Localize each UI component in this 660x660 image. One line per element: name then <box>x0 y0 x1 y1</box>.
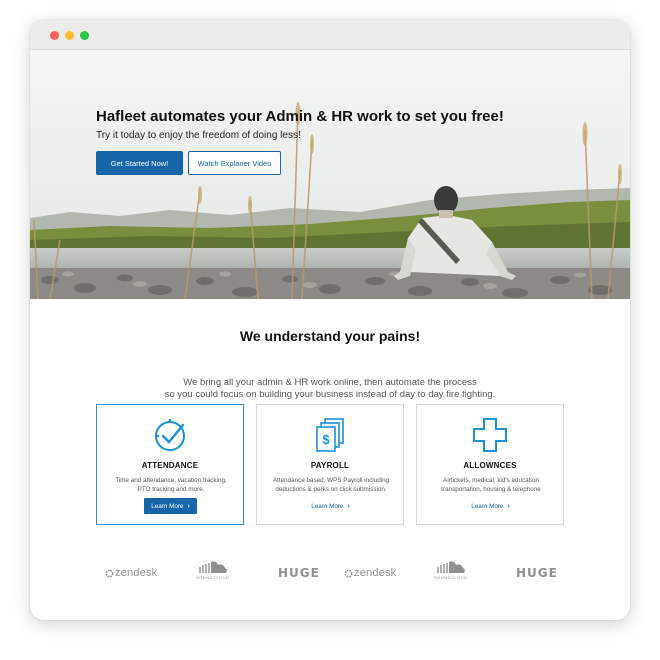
card-description: Airtickets, medical, kid's education tra… <box>425 476 557 494</box>
hero-section: Hafleet automates your Admin & HR work t… <box>30 50 630 299</box>
soundcloud-logo-text: SOUNDCLOUD <box>434 575 468 580</box>
huge-logo: HUGE <box>516 566 558 580</box>
zendesk-gear-icon <box>344 568 353 578</box>
svg-text:$: $ <box>322 432 330 447</box>
card-title: PAYROLL <box>310 461 350 470</box>
soundcloud-logo-text: SOUNDCLOUD <box>196 575 230 580</box>
card-description-line: Time and attendance, vacation tracking, <box>115 477 227 484</box>
chevron-right-icon: › <box>507 502 510 510</box>
soundcloud-cloud-icon <box>199 561 227 573</box>
learn-more-button[interactable]: Learn More › <box>304 498 357 514</box>
soundcloud-logo: SOUNDCLOUD <box>434 560 467 580</box>
card-description-line: Airtickets, medical, kid's education <box>443 477 539 484</box>
medical-cross-icon <box>473 418 507 452</box>
window-titlebar <box>30 20 630 50</box>
soundcloud-cloud-icon <box>437 561 465 573</box>
learn-more-label: Learn More <box>151 502 184 510</box>
zendesk-logo-text: zendesk <box>115 567 158 579</box>
chevron-right-icon: › <box>187 502 190 510</box>
section-description-line: so you could focus on building your busi… <box>164 389 496 400</box>
soundcloud-logo: SOUNDCLOUD <box>196 560 229 580</box>
card-description-line: transportation, housing & telephone <box>441 486 541 493</box>
zendesk-gear-icon <box>105 568 114 578</box>
huge-logo: HUGE <box>278 566 320 580</box>
feature-card-allowances[interactable]: ALLOWNCES Airtickets, medical, kid's edu… <box>416 404 564 525</box>
watch-video-button[interactable]: Watch Explaner Video <box>188 151 281 175</box>
zendesk-logo: zendesk <box>343 563 396 583</box>
hero-title: Hafleet automates your Admin & HR work t… <box>96 108 504 125</box>
learn-more-button[interactable]: Learn More › <box>144 498 197 514</box>
learn-more-button[interactable]: Learn More › <box>464 498 517 514</box>
zendesk-logo: zendesk <box>104 563 157 583</box>
card-description-line: Attendance based, WPS Payroll including <box>272 477 390 484</box>
close-window-dot[interactable] <box>50 31 59 40</box>
card-title: ALLOWNCES <box>463 461 517 470</box>
minimize-window-dot[interactable] <box>65 31 74 40</box>
section-description-line: We bring all your admin & HR work online… <box>183 377 477 388</box>
get-started-button[interactable]: Get Started Now! <box>96 151 183 175</box>
card-description: Time and attendance, vacation tracking, … <box>105 476 237 494</box>
zendesk-logo-text: zendesk <box>354 567 397 579</box>
feature-card-payroll[interactable]: $ PAYROLL Attendance based, WPS Payroll … <box>256 404 404 525</box>
learn-more-label: Learn More <box>471 502 504 510</box>
learn-more-label: Learn More <box>311 502 344 510</box>
section-title: We understand your pains! <box>239 328 421 344</box>
card-description-line: deductions & perks on click submission. <box>275 486 387 493</box>
card-title: ATTENDANCE <box>141 461 199 470</box>
clock-check-icon <box>155 419 185 451</box>
hero-subtitle: Try it today to enjoy the freedom of doi… <box>96 130 301 141</box>
section-description: We bring all your admin & HR work online… <box>30 377 630 401</box>
chevron-right-icon: › <box>347 502 350 510</box>
card-description: Attendance based, WPS Payroll including … <box>265 476 397 494</box>
browser-window: Hafleet automates your Admin & HR work t… <box>30 20 630 620</box>
feature-card-attendance[interactable]: ATTENDANCE Time and attendance, vacation… <box>96 404 244 525</box>
card-description-line: PTO tracking and more. <box>137 486 205 493</box>
payroll-documents-icon: $ <box>316 418 344 452</box>
maximize-window-dot[interactable] <box>80 31 89 40</box>
